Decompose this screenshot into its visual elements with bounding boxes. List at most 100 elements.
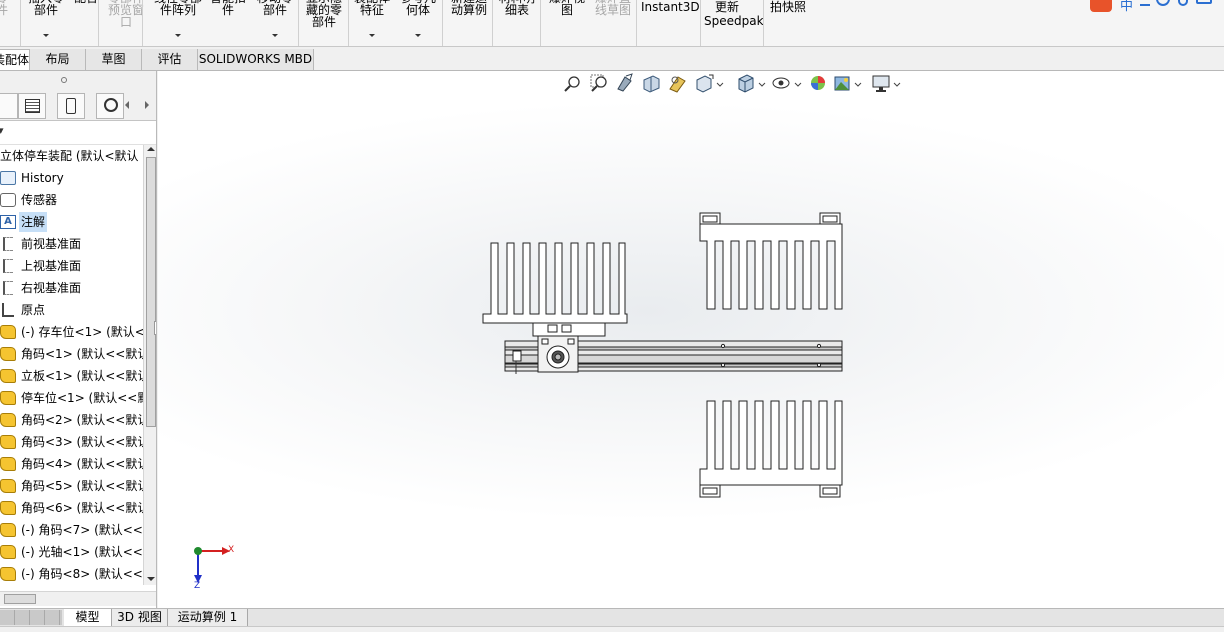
ribbon-button-11[interactable]: 材料明 细表: [497, 0, 537, 16]
status-bar: [0, 626, 1224, 632]
command-tab-3[interactable]: 评估: [142, 49, 198, 70]
tab-scroll-left-icon[interactable]: [125, 101, 129, 109]
triad-z-label: Z: [194, 581, 201, 591]
tree-item[interactable]: 角码<6> (默认<<默认: [0, 498, 143, 518]
ribbon-button-2[interactable]: 配合: [72, 0, 100, 4]
ribbon-button-14[interactable]: Instant3D: [641, 1, 700, 13]
ribbon-button-0[interactable]: 零 件: [0, 0, 16, 16]
tree-item[interactable]: 原点: [0, 300, 143, 320]
tree-item[interactable]: 角码<2> (默认<<默认: [0, 410, 143, 430]
ribbon-button-6[interactable]: 移动零 部件: [253, 0, 297, 16]
part-icon: [0, 391, 16, 405]
property-manager-tab[interactable]: [18, 93, 46, 119]
ribbon-button-12[interactable]: 爆炸视 图: [545, 0, 589, 16]
panel-grip-icon[interactable]: [61, 77, 67, 83]
command-tab-1[interactable]: 布局: [30, 49, 86, 70]
tree-item[interactable]: 传感器: [0, 190, 143, 210]
ime-mode-label[interactable]: 中: [1120, 0, 1133, 14]
ribbon-dropdown-arrow[interactable]: [415, 34, 421, 37]
storage-rack-left[interactable]: [482, 242, 628, 337]
configuration-icon: [66, 98, 76, 114]
tree-item[interactable]: 前视基准面: [0, 234, 143, 254]
tree-item-label: 上视基准面: [21, 259, 82, 273]
tree-item[interactable]: 右视基准面: [0, 278, 143, 298]
keyboard-icon[interactable]: [1196, 0, 1212, 4]
feature-manager-panel: ▾ 立体停车装配 (默认<默认 History 传感器 A注解前视基准面上视基准面右视…: [0, 71, 157, 608]
assembly-model-view[interactable]: [158, 71, 1224, 608]
tree-item[interactable]: 角码<3> (默认<<默认: [0, 432, 143, 452]
tree-item[interactable]: 立体停车装配 (默认<默认: [0, 146, 143, 166]
tree-item-label: 立板<1> (默认<<默认: [21, 369, 143, 383]
bottom-tab-bar: 模型 3D 视图 运动算例 1: [0, 608, 1224, 626]
ribbon-dropdown-arrow[interactable]: [175, 34, 181, 37]
scroll-up-arrow[interactable]: [147, 147, 155, 151]
tree-item-label: 前视基准面: [21, 237, 82, 251]
ribbon-separator: [98, 0, 99, 46]
tree-horizontal-scrollbar[interactable]: [0, 591, 156, 606]
command-tab-0[interactable]: 装配体: [0, 49, 30, 70]
tree-item[interactable]: 角码<5> (默认<<默认: [0, 476, 143, 496]
emoji-icon[interactable]: [1156, 0, 1170, 6]
ribbon-button-10[interactable]: 新建运 动算例: [447, 0, 491, 16]
voice-icon[interactable]: [1178, 0, 1188, 6]
parking-rack-top[interactable]: [699, 212, 843, 310]
ribbon-separator: [442, 0, 443, 46]
configuration-manager-tab[interactable]: [57, 93, 85, 119]
tree-item-label: (-) 角码<8> (默认<<默: [21, 567, 143, 581]
tree-item[interactable]: (-) 角码<7> (默认<<默: [0, 520, 143, 540]
ribbon-button-1[interactable]: 插入零 部件: [24, 0, 68, 16]
tree-item[interactable]: 停车位<1> (默认<<默: [0, 388, 143, 408]
tree-item[interactable]: 上视基准面: [0, 256, 143, 276]
scroll-down-arrow[interactable]: [147, 577, 155, 581]
ribbon-dropdown-arrow[interactable]: [369, 34, 375, 37]
tree-item-label: 原点: [21, 303, 46, 317]
tab-nav-buttons[interactable]: [0, 610, 62, 625]
graphics-area[interactable]: X Z: [158, 71, 1224, 608]
ribbon-separator: [20, 0, 21, 46]
tree-vertical-scrollbar[interactable]: [143, 145, 156, 585]
ime-toolbar[interactable]: 中: [1088, 0, 1224, 14]
tree-scroll-thumb[interactable]: [146, 157, 156, 427]
punctuation-icon[interactable]: [1140, 0, 1150, 6]
part-icon: [0, 369, 16, 383]
hscroll-thumb[interactable]: [4, 594, 36, 604]
ribbon-button-16[interactable]: 拍快照: [767, 1, 809, 13]
sensor-icon: [0, 193, 16, 207]
feature-manager-tab[interactable]: [0, 93, 18, 119]
bottom-tab-2[interactable]: 运动算例 1: [168, 609, 248, 626]
tree-item[interactable]: 立板<1> (默认<<默认: [0, 366, 143, 386]
command-tab-2[interactable]: 草图: [86, 49, 142, 70]
ribbon-separator: [298, 0, 299, 46]
bottom-tab-0[interactable]: 模型: [64, 609, 112, 626]
tree-item[interactable]: 角码<4> (默认<<默认: [0, 454, 143, 474]
tree-item[interactable]: History: [0, 168, 143, 188]
ribbon-dropdown-arrow[interactable]: [272, 34, 278, 37]
filter-arrow[interactable]: ▾: [0, 124, 4, 137]
part-icon: [0, 457, 16, 471]
ribbon-button-9[interactable]: 参考几 何体: [398, 0, 438, 16]
ribbon-button-15[interactable]: 更新 Speedpak: [704, 0, 764, 28]
command-tab-4[interactable]: SOLIDWORKS MBD: [198, 49, 314, 70]
plane-icon: [3, 237, 13, 251]
ribbon-button-5[interactable]: 智能扣 件: [208, 0, 248, 16]
bottom-tab-1[interactable]: 3D 视图: [112, 609, 168, 626]
ribbon-button-4[interactable]: 线性零部 件阵列: [150, 0, 206, 16]
tree-item[interactable]: (-) 光轴<1> (默认<<默: [0, 542, 143, 562]
motor-gearbox[interactable]: [537, 335, 579, 373]
ribbon-dropdown-arrow[interactable]: [43, 34, 49, 37]
tree-item[interactable]: (-) 存车位<1> (默认<: [0, 322, 143, 342]
tree-item[interactable]: (-) 角码<8> (默认<<默: [0, 564, 143, 584]
tree-item[interactable]: 角码<1> (默认<<默认: [0, 344, 143, 364]
tree-filter-row[interactable]: ▾: [0, 121, 156, 145]
tree-item[interactable]: A 注解: [0, 212, 143, 232]
property-list-icon: [25, 99, 40, 113]
tree-item-label: 角码<5> (默认<<默认: [21, 479, 143, 493]
panel-splitter-handle[interactable]: [154, 321, 156, 335]
ribbon-button-8[interactable]: 装配体 特征: [350, 0, 394, 16]
dimxpert-tab[interactable]: [96, 93, 124, 119]
panel-tab-strip: [0, 71, 156, 121]
parking-rack-bottom[interactable]: [699, 400, 843, 498]
ribbon-button-7[interactable]: 显示隐 藏的零 部件: [302, 0, 346, 28]
ribbon-button-13[interactable]: 爆炸直 线草图: [593, 0, 633, 16]
tab-scroll-right-icon[interactable]: [145, 101, 149, 109]
